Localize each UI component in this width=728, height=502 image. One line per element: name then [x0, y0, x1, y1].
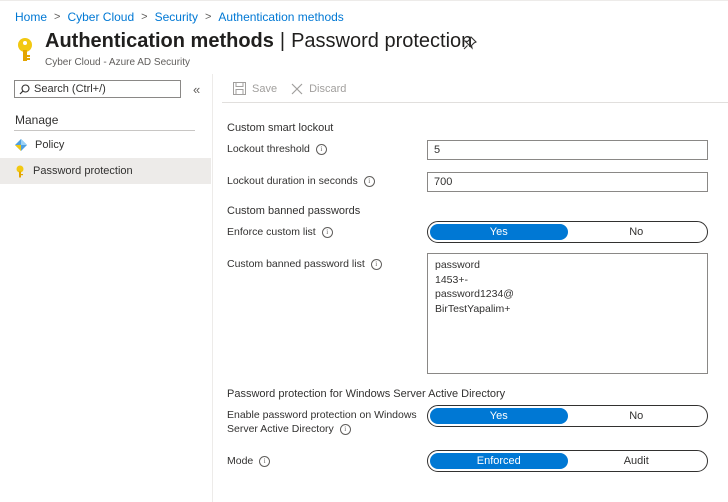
enforce-custom-list-label: Enforce custom list i — [227, 226, 333, 238]
banned-password-list-label-text: Custom banned password list — [227, 258, 365, 270]
page-title: Authentication methods | Password protecti… — [45, 30, 472, 53]
save-label: Save — [252, 82, 278, 95]
top-border — [0, 0, 728, 1]
sidebar-item-password-protection[interactable]: Password protection — [0, 158, 211, 184]
discard-button[interactable]: Discard — [291, 83, 346, 95]
chevron-right-icon: > — [141, 11, 148, 23]
enable-password-protection-label-line1: Enable password protection on Windows — [227, 409, 417, 421]
sidebar-search-box[interactable]: Search (Ctrl+/) — [14, 80, 181, 98]
enforce-custom-list-toggle[interactable]: Yes No — [427, 221, 708, 243]
enforce-no-option[interactable]: No — [568, 224, 706, 240]
enable-password-protection-label: Enable password protection on Windows Se… — [227, 408, 417, 436]
enable-password-protection-toggle[interactable]: Yes No — [427, 405, 708, 427]
key-icon — [18, 38, 32, 61]
page-title-main: Authentication methods — [45, 30, 274, 52]
breadcrumb-cyber-cloud[interactable]: Cyber Cloud — [67, 10, 134, 24]
mode-enforced-option[interactable]: Enforced — [430, 453, 568, 469]
info-icon[interactable]: i — [321, 226, 333, 238]
lockout-threshold-input[interactable]: 5 — [427, 140, 708, 160]
lockout-duration-label: Lockout duration in seconds i — [227, 175, 375, 187]
mode-audit-option[interactable]: Audit — [568, 453, 706, 469]
breadcrumb: Home > Cyber Cloud > Security > Authenti… — [15, 10, 344, 24]
policy-icon — [15, 139, 27, 151]
search-icon — [19, 83, 30, 94]
breadcrumb-security[interactable]: Security — [155, 10, 198, 24]
info-icon[interactable]: i — [315, 143, 327, 155]
toolbar-divider — [222, 102, 728, 103]
save-button[interactable]: Save — [233, 82, 277, 95]
collapse-sidebar-icon[interactable]: « — [193, 82, 200, 97]
banned-password-list-label: Custom banned password list i — [227, 258, 382, 270]
sidebar-divider — [212, 74, 213, 502]
info-icon[interactable]: i — [259, 455, 271, 467]
banned-password-entry: 1453+- — [435, 273, 468, 286]
discard-label: Discard — [309, 82, 347, 95]
sidebar-section-manage: Manage — [15, 113, 59, 127]
page-title-sub: Password protection — [291, 30, 473, 52]
chevron-right-icon: > — [54, 11, 61, 23]
info-icon[interactable]: i — [370, 258, 382, 270]
enable-no-option[interactable]: No — [568, 408, 706, 424]
sidebar-section-divider — [14, 130, 195, 131]
mode-toggle[interactable]: Enforced Audit — [427, 450, 708, 472]
banned-password-entry: password — [435, 259, 480, 271]
save-icon — [233, 82, 246, 95]
section-windows-server-ad: Password protection for Windows Server A… — [227, 388, 506, 400]
lockout-threshold-label-text: Lockout threshold — [227, 143, 310, 155]
pin-icon[interactable] — [463, 36, 477, 50]
search-input[interactable]: Search (Ctrl+/) — [34, 83, 106, 95]
lockout-duration-input[interactable]: 700 — [427, 172, 708, 192]
banned-password-list-textarea[interactable]: password 1453+- password1234@ BirTestYap… — [427, 253, 708, 374]
enforce-yes-option[interactable]: Yes — [430, 224, 568, 240]
enforce-custom-list-label-text: Enforce custom list — [227, 226, 316, 238]
section-custom-smart-lockout: Custom smart lockout — [227, 122, 334, 134]
breadcrumb-home[interactable]: Home — [15, 10, 47, 24]
banned-password-entry: password1234@ — [435, 288, 514, 300]
chevron-right-icon: > — [204, 11, 212, 23]
page-subtitle: Cyber Cloud - Azure AD Security — [45, 57, 191, 68]
enable-yes-option[interactable]: Yes — [430, 408, 568, 424]
banned-password-entry: BirTestYapalim+ — [435, 302, 511, 315]
sidebar-item-policy[interactable]: Policy — [0, 132, 211, 158]
enable-password-protection-label-line2: Server Active Directory — [227, 423, 334, 435]
info-icon[interactable]: i — [339, 423, 351, 435]
command-bar: Save Discard — [233, 82, 360, 95]
key-icon — [16, 165, 24, 177]
sidebar-item-label: Policy — [35, 139, 65, 151]
section-custom-banned-passwords: Custom banned passwords — [227, 205, 361, 217]
lockout-duration-label-text: Lockout duration in seconds — [227, 175, 358, 187]
lockout-threshold-label: Lockout threshold i — [227, 143, 327, 155]
mode-label: Mode i — [227, 455, 271, 467]
sidebar-item-label: Password protection — [33, 165, 133, 177]
mode-label-text: Mode — [227, 455, 254, 467]
info-icon[interactable]: i — [363, 175, 375, 187]
breadcrumb-authentication-methods[interactable]: Authentication methods — [218, 10, 343, 24]
close-icon — [291, 83, 303, 94]
title-separator: | — [279, 30, 286, 52]
